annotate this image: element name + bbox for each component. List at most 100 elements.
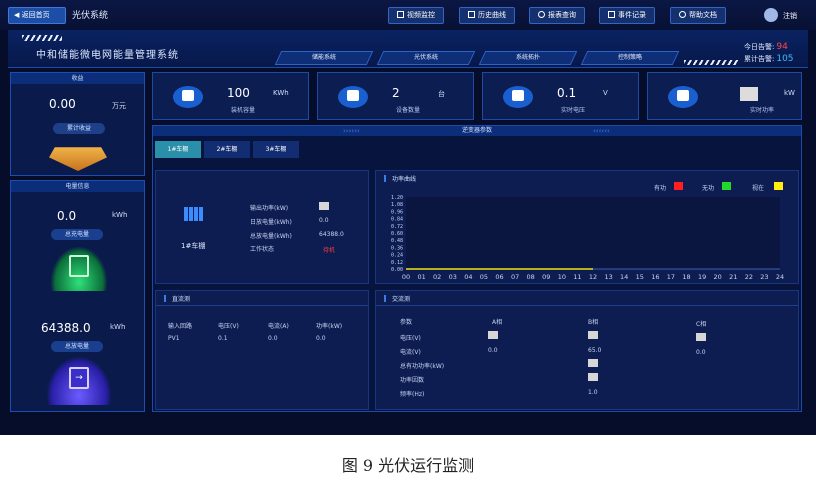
capacity-icon: [173, 86, 203, 108]
chevron-right-icon: ››››››: [343, 127, 360, 135]
video-monitor-label: 视频监控: [407, 11, 435, 19]
stat-card-voltage: 0.1 V 实时电压: [482, 72, 639, 120]
alarm-total: 累计告警: 105: [744, 54, 794, 64]
tab-pv-label: 光伏系统: [413, 54, 438, 61]
dc-cell: PV1: [168, 335, 180, 342]
video-monitor-button[interactable]: 视频监控: [388, 7, 444, 24]
tab-storage[interactable]: 储能系统: [274, 51, 374, 65]
stat-label: 实时电压: [561, 107, 586, 114]
ac-header: B相: [588, 319, 599, 326]
ac-header: 参数: [400, 319, 413, 326]
top-bar: ◀ 返回首页 光伏系统 视频监控 历史曲线 报表查询 事件记录 帮助文档 注销: [0, 0, 816, 30]
stat-card-power: kW 实时功率: [647, 72, 802, 120]
stat-label: 设备数量: [396, 107, 421, 114]
stat-value: 100: [227, 86, 250, 100]
ac-cell: 0.0: [696, 349, 706, 356]
alarm-today-label: 今日告警:: [744, 43, 775, 51]
energy-title: 电量信息: [11, 181, 144, 192]
field-label: 总放电量(kWh): [250, 233, 292, 240]
user-avatar-icon[interactable]: [764, 8, 778, 22]
help-doc-label: 帮助文档: [689, 11, 717, 19]
x-tick-label: 15: [636, 273, 644, 281]
ac-header: A相: [492, 319, 503, 326]
charge-unit: kWh: [112, 211, 128, 219]
stat-card-capacity: 100 KWh 装机容量: [152, 72, 309, 120]
ac-value-box: [488, 331, 498, 339]
help-doc-button[interactable]: 帮助文档: [670, 7, 726, 24]
discharge-value: 64388.0: [41, 321, 91, 335]
tab-storage-label: 储能系统: [311, 54, 336, 61]
x-tick-label: 12: [589, 273, 597, 281]
y-tick-label: 0.36: [391, 245, 403, 251]
x-tick-label: 18: [682, 273, 690, 281]
x-tick-label: 21: [729, 273, 737, 281]
event-log-label: 事件记录: [618, 11, 646, 19]
y-tick-label: 1.08: [391, 202, 403, 208]
x-tick-label: 24: [776, 273, 784, 281]
arrow-right-icon: →: [69, 367, 89, 389]
search-icon: [538, 11, 545, 18]
y-tick-label: 0.60: [391, 231, 403, 237]
report-query-label: 报表查询: [548, 11, 576, 19]
subtab-shed-2[interactable]: 2#车棚: [204, 141, 250, 158]
stat-unit: V: [603, 89, 608, 97]
ac-row-label: 电流(V): [400, 349, 421, 356]
tab-strategy[interactable]: 控制策略: [580, 51, 680, 65]
dc-header: 输入回路: [168, 323, 193, 330]
subtab-shed-3[interactable]: 3#车棚: [253, 141, 299, 158]
figure-caption: 图 9 光伏运行监测: [341, 456, 475, 475]
dc-header: 电压(V): [218, 323, 239, 330]
x-tick-label: 20: [714, 273, 722, 281]
discharge-badge: 总放电量: [51, 341, 103, 352]
decor-stripes: [22, 35, 62, 41]
logout-link[interactable]: 注销: [783, 11, 797, 21]
stat-unit: kW: [784, 89, 795, 97]
x-tick-label: 13: [604, 273, 612, 281]
x-tick-label: 01: [417, 273, 425, 281]
device-info-box: 1#车棚 输出功率(kW) 日放电量(kWh) 0.0 总放电量(kWh) 64…: [155, 170, 369, 284]
power-chart-box: 功率曲线 有功 无功 视在 1.20 1.08 0.96 0.84 0.72 0.60 0.…: [375, 170, 799, 284]
field-label: 日放电量(kWh): [250, 219, 292, 226]
event-log-button[interactable]: 事件记录: [599, 7, 655, 24]
coin-stack-icon: [49, 147, 107, 171]
alarm-total-label: 累计告警:: [744, 55, 775, 63]
dc-box: 直流测 输入回路 电压(V) 电流(A) 功率(kW) PV1 0.1 0.0 …: [155, 290, 369, 410]
x-tick-label: 08: [527, 273, 535, 281]
system-name: 光伏系统: [72, 11, 109, 21]
document-icon: [608, 11, 615, 18]
y-tick-label: 0.96: [391, 209, 403, 215]
dc-cell: 0.0: [316, 335, 326, 342]
ac-row-label: 功率因数: [400, 377, 425, 384]
ac-value-box: [696, 333, 706, 341]
alarm-today: 今日告警: 94: [744, 42, 788, 52]
back-home-button[interactable]: ◀ 返回首页: [8, 7, 66, 24]
stat-label: 装机容量: [231, 107, 256, 114]
device-name: 1#车棚: [181, 242, 206, 250]
tab-topology[interactable]: 系统拓扑: [478, 51, 578, 65]
stat-card-devices: 2 台 设备数量: [317, 72, 474, 120]
tab-pv[interactable]: 光伏系统: [376, 51, 476, 65]
chart-icon: [468, 11, 475, 18]
x-tick-label: 02: [433, 273, 441, 281]
y-tick-label: 0.48: [391, 238, 403, 244]
subtab-shed-1[interactable]: 1#车棚: [155, 141, 201, 158]
ac-value-box: [588, 359, 598, 367]
divider: [376, 305, 798, 306]
x-tick-label: 04: [464, 273, 472, 281]
back-home-label: 返回首页: [21, 11, 50, 19]
stat-unit: KWh: [273, 89, 289, 97]
x-tick-label: 06: [495, 273, 503, 281]
report-query-button[interactable]: 报表查询: [529, 7, 585, 24]
solar-panel-icon: [184, 207, 204, 221]
x-tick-label: 03: [449, 273, 457, 281]
stat-value: [740, 87, 758, 101]
dc-title: 直流测: [156, 291, 368, 303]
x-tick-label: 23: [760, 273, 768, 281]
field-value: 0.0: [319, 217, 329, 224]
inverter-panel: 逆变器参数 ›››››› ‹‹‹‹‹‹ 1#车棚 2#车棚 3#车棚 1#车棚 …: [152, 125, 802, 412]
status-badge: 待机: [323, 247, 336, 254]
ac-cell: 1.0: [588, 389, 598, 396]
x-tick-label: 11: [573, 273, 581, 281]
history-curve-button[interactable]: 历史曲线: [459, 7, 515, 24]
x-tick-label: 16: [651, 273, 659, 281]
